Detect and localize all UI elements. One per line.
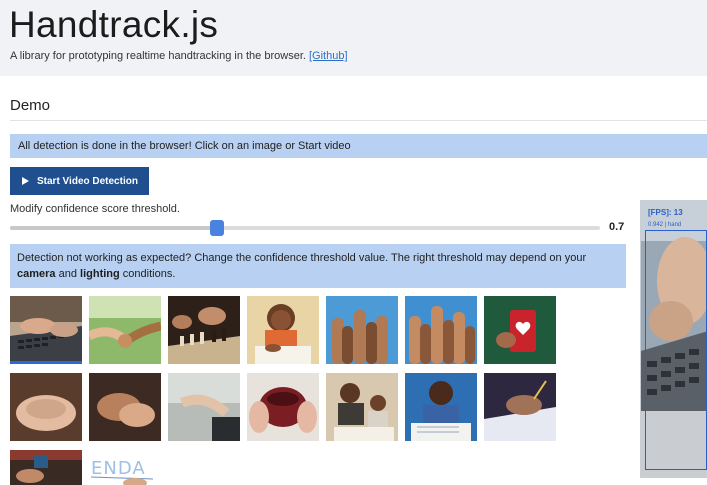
handwriting-enda-image: ENDA (89, 450, 161, 485)
sample-image-hands-clasped[interactable] (10, 373, 82, 441)
fps-counter: [FPS]: 13 (648, 208, 683, 217)
info-banner: All detection is done in the browser! Cl… (10, 134, 707, 158)
sample-image-girl-drawing[interactable] (247, 296, 319, 364)
help-text-1: Detection not working as expected? Chang… (17, 252, 587, 264)
sample-image-hand-writing[interactable] (484, 373, 556, 441)
help-text-2: conditions. (119, 268, 176, 280)
help-camera-text: camera (17, 268, 56, 280)
page-title: Handtrack.js (9, 4, 219, 45)
sample-image-red-cup[interactable] (484, 296, 556, 364)
sample-image-boy-writing[interactable] (405, 373, 477, 441)
sample-image-father-son-reading[interactable] (326, 373, 398, 441)
sample-image-holding-hands-park[interactable] (89, 296, 161, 364)
hands-on-table-image (10, 450, 82, 485)
page-subtitle: A library for prototyping realtime handt… (10, 50, 348, 62)
play-icon (22, 177, 29, 185)
hands-clasped-image (10, 373, 82, 441)
father-son-image (326, 373, 398, 441)
start-button-label: Start Video Detection (37, 175, 138, 187)
raised-hands-image (326, 296, 398, 364)
sample-image-raised-hands[interactable] (326, 296, 398, 364)
sample-image-raised-hands-2[interactable] (405, 296, 477, 364)
threshold-help-box: Detection not working as expected? Chang… (10, 244, 626, 288)
help-and-text: and (55, 268, 81, 280)
sample-image-handwriting-enda[interactable]: ENDA (89, 450, 161, 485)
holding-hands-image (89, 296, 161, 364)
sample-image-typing-laptop[interactable] (10, 296, 82, 364)
raised-hands-2-image (405, 296, 477, 364)
demo-section-title: Demo (10, 97, 51, 114)
chess-game-image (168, 296, 240, 364)
start-video-detection-button[interactable]: Start Video Detection (10, 167, 149, 195)
threshold-slider-track[interactable] (10, 226, 600, 230)
sample-image-hands-on-table[interactable] (10, 450, 82, 485)
boy-writing-image (405, 373, 477, 441)
subtitle-text: A library for prototyping realtime handt… (10, 50, 306, 62)
section-divider (10, 120, 707, 121)
detection-label: 0.942 | hand (648, 222, 682, 228)
hand-writing-image (484, 373, 556, 441)
girl-drawing-image (247, 296, 319, 364)
page-header: Handtrack.js A library for prototyping r… (0, 0, 707, 76)
threshold-slider-label: Modify confidence score threshold. (10, 203, 180, 215)
sample-image-hands-together[interactable] (89, 373, 161, 441)
info-text: Click on an image or Start video (191, 140, 351, 152)
hand-detection-box (645, 230, 707, 470)
threshold-slider-fill (10, 226, 217, 230)
sample-image-chess-game[interactable] (168, 296, 240, 364)
sample-image-holding-mug[interactable] (247, 373, 319, 441)
threshold-slider-handle[interactable] (210, 220, 224, 236)
threshold-value: 0.7 (609, 221, 625, 233)
hand-gesture-image (168, 373, 240, 441)
enda-text: ENDA (91, 458, 146, 479)
github-link[interactable]: [Github] (309, 50, 348, 62)
info-bold-text: All detection is done in the browser! (18, 140, 192, 152)
typing-laptop-image (10, 296, 82, 364)
holding-mug-image (247, 373, 319, 441)
help-lighting-text: lighting (80, 268, 120, 280)
red-cup-image (484, 296, 556, 364)
sample-image-hand-gesture[interactable] (168, 373, 240, 441)
selected-indicator (10, 361, 82, 364)
hands-together-image (89, 373, 161, 441)
